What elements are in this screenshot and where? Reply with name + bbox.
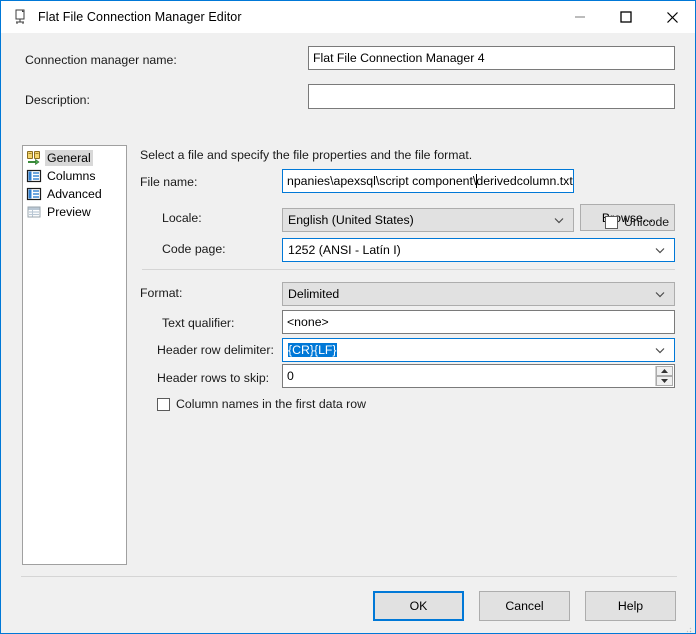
maximize-button[interactable] — [603, 1, 649, 33]
locale-label: Locale: — [162, 211, 202, 225]
sidebar-item-columns[interactable]: Columns — [26, 167, 126, 185]
resize-grip[interactable] — [682, 620, 692, 630]
window-controls — [557, 1, 695, 33]
column-names-first-row-checkbox-box[interactable] — [157, 398, 170, 411]
columns-grid-icon — [26, 168, 42, 184]
sidebar-item-advanced[interactable]: Advanced — [26, 185, 126, 203]
minimize-button[interactable] — [557, 1, 603, 33]
sidebar-item-advanced-label: Advanced — [47, 186, 102, 202]
instruction-text: Select a file and specify the file prope… — [140, 148, 472, 162]
general-connection-icon — [26, 150, 42, 166]
header-rows-to-skip-spinner[interactable] — [655, 366, 673, 386]
dialog-body: Connection manager name: Flat File Conne… — [2, 33, 695, 633]
chevron-down-icon — [654, 344, 666, 356]
sidebar-item-columns-label: Columns — [47, 168, 96, 184]
sidebar-item-preview[interactable]: Preview — [26, 203, 126, 221]
file-name-label: File name: — [140, 175, 197, 189]
text-qualifier-label: Text qualifier: — [162, 316, 234, 330]
format-label: Format: — [140, 286, 182, 300]
column-names-first-row-checkbox[interactable]: Column names in the first data row — [157, 397, 366, 411]
header-rows-to-skip-value: 0 — [287, 369, 294, 383]
unicode-checkbox-label: Unicode — [624, 215, 669, 229]
header-row-delimiter-value: {CR}{LF} — [288, 343, 337, 357]
sidebar-item-general-label: General — [45, 150, 93, 166]
unicode-checkbox[interactable]: Unicode — [605, 215, 669, 229]
connection-manager-name-input[interactable]: Flat File Connection Manager 4 — [308, 46, 675, 70]
locale-value: English (United States) — [288, 213, 414, 227]
description-label: Description: — [25, 93, 90, 107]
chevron-down-icon — [654, 288, 666, 300]
minimize-icon — [574, 11, 586, 23]
file-name-value-head: npanies\apexsql\script component\ — [287, 174, 476, 188]
sidebar-item-general[interactable]: General — [26, 149, 126, 167]
section-divider — [142, 269, 675, 270]
code-page-value: 1252 (ANSI - Latín I) — [288, 243, 401, 257]
file-name-input[interactable]: npanies\apexsql\script component\derived… — [282, 169, 574, 193]
text-qualifier-input[interactable]: <none> — [282, 310, 675, 334]
maximize-icon — [620, 11, 632, 23]
unicode-checkbox-box[interactable] — [605, 216, 618, 229]
description-input[interactable] — [308, 84, 675, 109]
close-icon — [666, 11, 679, 24]
connection-manager-name-label: Connection manager name: — [25, 53, 177, 67]
code-page-label: Code page: — [162, 242, 226, 256]
spinner-up-button[interactable] — [656, 366, 673, 376]
code-page-combobox[interactable]: 1252 (ANSI - Latín I) — [282, 238, 675, 262]
header-rows-to-skip-label: Header rows to skip: — [157, 371, 269, 385]
header-rows-to-skip-input[interactable]: 0 — [282, 364, 675, 388]
chevron-down-icon — [553, 214, 565, 226]
format-value: Delimited — [288, 287, 339, 301]
close-button[interactable] — [649, 1, 695, 33]
window-title: Flat File Connection Manager Editor — [38, 10, 242, 24]
help-button[interactable]: Help — [585, 591, 676, 621]
advanced-grid-icon — [26, 186, 42, 202]
column-names-first-row-label: Column names in the first data row — [176, 397, 366, 411]
cancel-button[interactable]: Cancel — [479, 591, 570, 621]
preview-grid-icon — [26, 204, 42, 220]
spinner-down-button[interactable] — [656, 376, 673, 386]
footer-divider — [21, 576, 677, 577]
chevron-down-icon — [654, 244, 666, 256]
ok-button[interactable]: OK — [373, 591, 464, 621]
sidebar-item-preview-label: Preview — [47, 204, 91, 220]
file-name-value-tail: derivedcolumn.txt — [476, 174, 572, 188]
title-bar: Flat File Connection Manager Editor — [1, 1, 695, 33]
page-list[interactable]: General Columns — [22, 145, 127, 565]
locale-combobox[interactable]: English (United States) — [282, 208, 574, 232]
format-combobox[interactable]: Delimited — [282, 282, 675, 306]
flat-file-connection-manager-editor-window: Flat File Connection Manager Editor Conn — [0, 0, 696, 634]
flat-file-connection-icon — [10, 7, 30, 27]
header-row-delimiter-label: Header row delimiter: — [157, 343, 274, 357]
header-row-delimiter-combobox[interactable]: {CR}{LF} — [282, 338, 675, 362]
